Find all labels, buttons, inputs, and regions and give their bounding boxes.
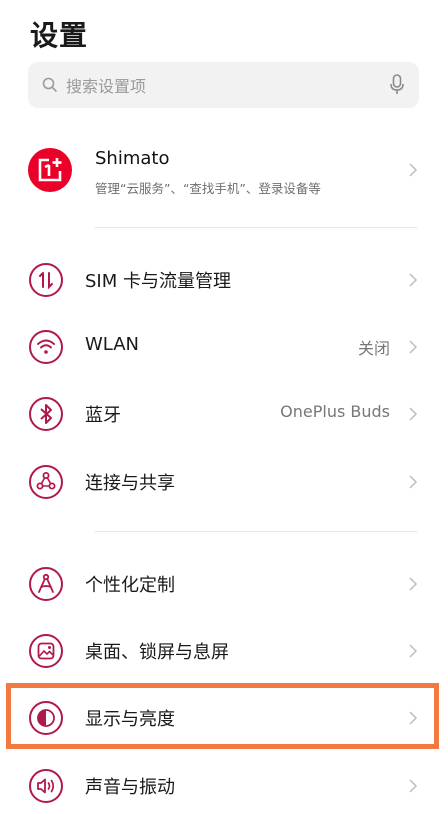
wlan-status: 关闭 xyxy=(357,339,390,358)
settings-item-label: 个性化定制 xyxy=(85,575,175,596)
page-title: 设置 xyxy=(30,19,89,52)
settings-item-label: 连接与共享 xyxy=(85,473,175,494)
chevron-right-icon xyxy=(409,644,418,658)
chevron-right-icon xyxy=(409,407,418,421)
chevron-right-icon xyxy=(409,273,418,287)
settings-item-connection[interactable]: 连接与共享 xyxy=(0,448,448,516)
share-icon xyxy=(29,465,63,499)
search-icon xyxy=(42,77,57,92)
search-bar[interactable]: 搜索设置项 xyxy=(28,62,419,108)
chevron-right-icon xyxy=(409,163,418,177)
selection-highlight xyxy=(6,683,439,749)
sound-icon xyxy=(29,769,63,803)
settings-item-sound[interactable]: 声音与振动 xyxy=(0,752,448,814)
chevron-right-icon xyxy=(409,577,418,591)
settings-item-label: WLAN xyxy=(85,334,140,355)
account-subtitle: 管理“云服务”、“查找手机”、登录设备等 xyxy=(95,181,321,196)
chevron-right-icon xyxy=(409,779,418,793)
account-row[interactable]: Shimato 管理“云服务”、“查找手机”、登录设备等 xyxy=(0,132,448,212)
chevron-right-icon xyxy=(409,475,418,489)
bluetooth-status: OnePlus Buds xyxy=(280,402,390,421)
bluetooth-icon xyxy=(29,397,63,431)
oneplus-logo-icon xyxy=(28,148,72,192)
settings-item-label: SIM 卡与流量管理 xyxy=(85,271,231,292)
wallpaper-icon xyxy=(29,634,63,668)
microphone-icon[interactable] xyxy=(389,74,405,96)
settings-item-wlan[interactable]: WLAN 关闭 xyxy=(0,313,448,381)
settings-item-bluetooth[interactable]: 蓝牙 OnePlus Buds xyxy=(0,380,448,448)
divider xyxy=(95,227,417,228)
divider xyxy=(95,531,417,532)
settings-item-label: 桌面、锁屏与息屏 xyxy=(85,642,229,663)
settings-item-label: 蓝牙 xyxy=(85,405,121,426)
settings-item-personalize[interactable]: 个性化定制 xyxy=(0,550,448,618)
wifi-icon xyxy=(29,330,63,364)
personalize-icon xyxy=(29,567,63,601)
chevron-right-icon xyxy=(409,340,418,354)
search-placeholder: 搜索设置项 xyxy=(66,77,147,96)
account-name: Shimato xyxy=(95,148,170,169)
settings-item-desktop[interactable]: 桌面、锁屏与息屏 xyxy=(0,617,448,685)
sim-icon xyxy=(29,263,63,297)
settings-item-sim[interactable]: SIM 卡与流量管理 xyxy=(0,246,448,314)
settings-item-label: 声音与振动 xyxy=(85,777,175,798)
